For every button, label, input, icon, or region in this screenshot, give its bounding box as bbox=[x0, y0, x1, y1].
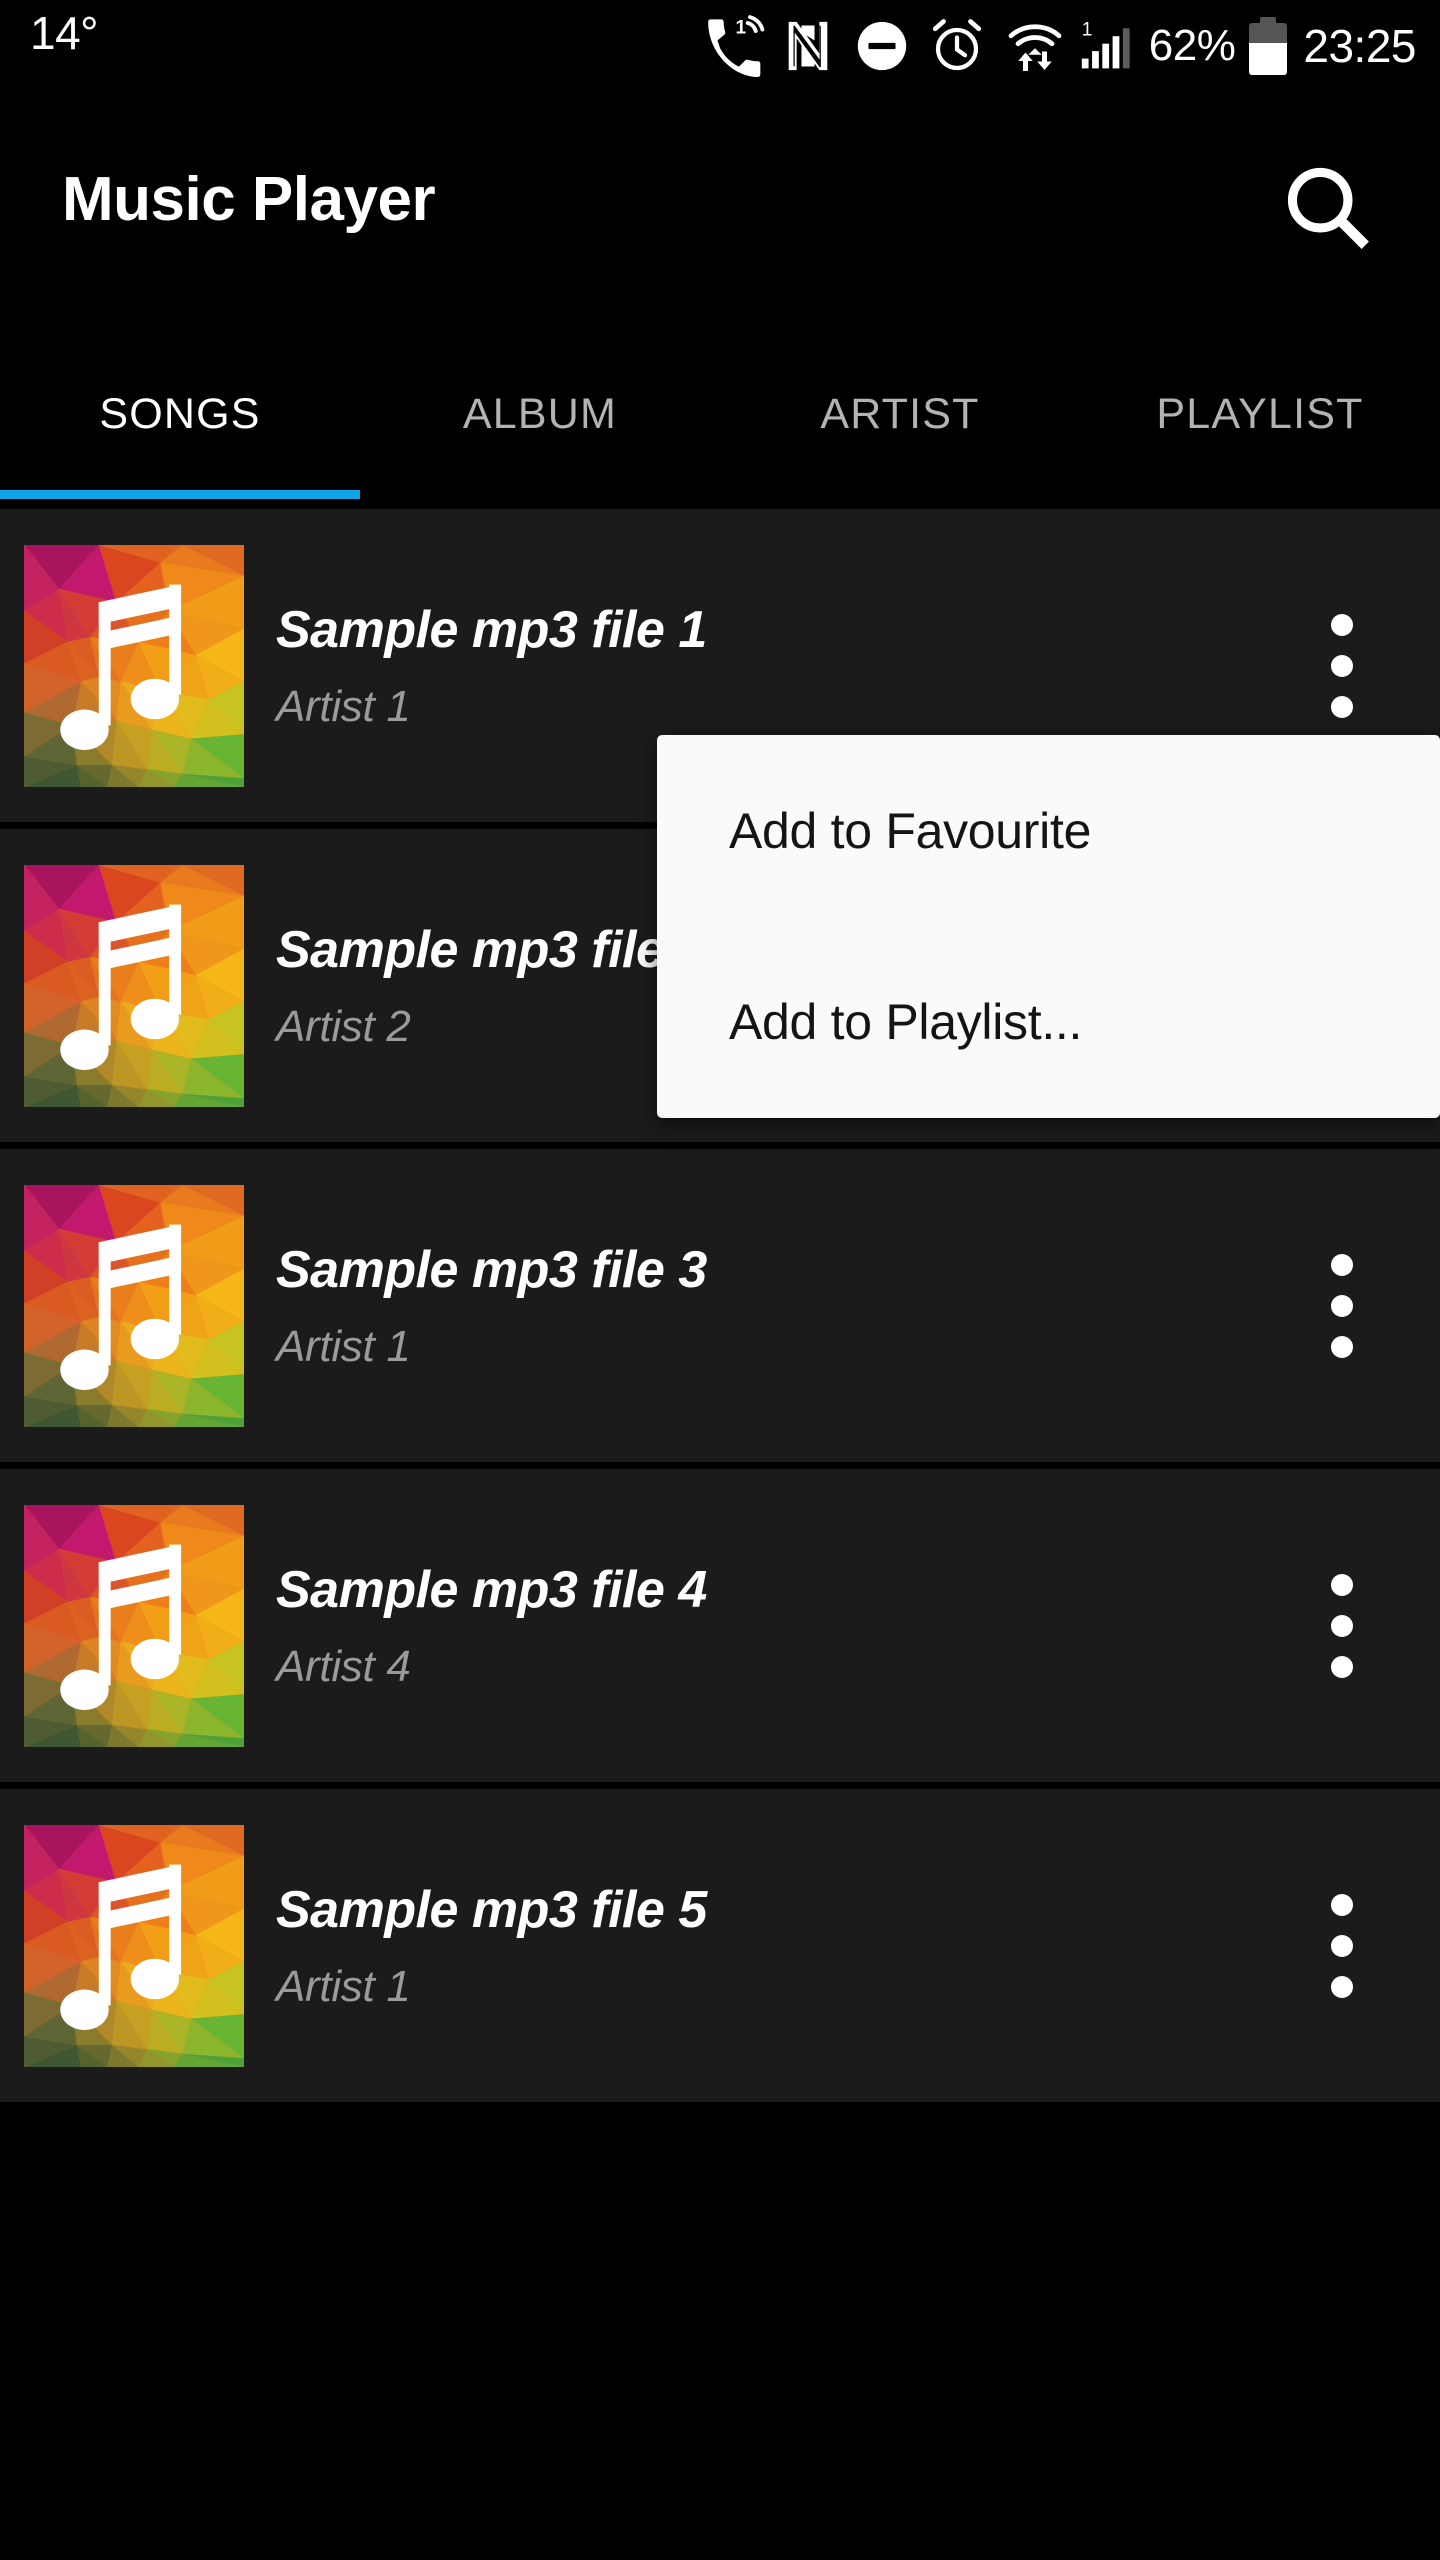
menu-item-add-to-favourite[interactable]: Add to Favourite bbox=[657, 735, 1440, 926]
status-bar: 14° 1 1 62% 23:25 bbox=[0, 0, 1440, 92]
album-art-thumbnail bbox=[24, 1824, 244, 2067]
clock-label: 23:25 bbox=[1303, 20, 1416, 72]
album-art-thumbnail bbox=[24, 864, 244, 1107]
more-vertical-icon[interactable] bbox=[1282, 1206, 1402, 1406]
alarm-clock-icon bbox=[927, 16, 987, 76]
song-info: Sample mp3 file 4 Artist 4 bbox=[276, 1560, 1282, 1692]
song-artist: Artist 4 bbox=[276, 1641, 411, 1691]
table-row[interactable]: Sample mp3 file 4 Artist 4 bbox=[0, 1469, 1440, 1789]
search-button[interactable] bbox=[1268, 150, 1388, 270]
page-title: Music Player bbox=[62, 165, 436, 234]
battery-icon bbox=[1249, 17, 1288, 75]
wifi-transfer-icon bbox=[1005, 16, 1065, 76]
song-title: Sample mp3 file 3 bbox=[276, 1240, 707, 1299]
song-artist: Artist 1 bbox=[276, 1321, 411, 1371]
app-bar: Music Player bbox=[0, 92, 1440, 332]
battery-percent-label: 62% bbox=[1148, 21, 1236, 70]
missed-call-icon: 1 bbox=[703, 15, 765, 77]
svg-text:1: 1 bbox=[1082, 20, 1093, 41]
menu-item-add-to-playlist[interactable]: Add to Playlist... bbox=[657, 926, 1440, 1117]
more-vertical-icon[interactable] bbox=[1282, 1526, 1402, 1726]
phone-screen: 14° 1 1 62% 23:25 Music Player SONGS ALB… bbox=[0, 0, 1440, 2560]
tab-bar: SONGS ALBUM ARTIST PLAYLIST bbox=[0, 332, 1440, 504]
song-info: Sample mp3 file 1 Artist 1 bbox=[276, 600, 1282, 732]
nfc-icon bbox=[779, 17, 837, 75]
album-art-thumbnail bbox=[24, 1504, 244, 1747]
do-not-disturb-icon bbox=[853, 17, 911, 75]
song-title: Sample mp3 file 4 bbox=[276, 1560, 707, 1619]
svg-text:1: 1 bbox=[735, 18, 746, 39]
album-art-thumbnail bbox=[24, 1184, 244, 1427]
song-title: Sample mp3 file 5 bbox=[276, 1880, 707, 1939]
song-artist: Artist 1 bbox=[276, 1961, 411, 2011]
tab-songs[interactable]: SONGS bbox=[0, 332, 360, 496]
song-title: Sample mp3 file 1 bbox=[276, 600, 707, 659]
song-info: Sample mp3 file 3 Artist 1 bbox=[276, 1240, 1282, 1372]
table-row[interactable]: Sample mp3 file 5 Artist 1 bbox=[0, 1789, 1440, 2109]
album-art-thumbnail bbox=[24, 544, 244, 787]
search-icon bbox=[1276, 156, 1380, 265]
weather-temperature: 14° bbox=[30, 7, 99, 59]
tab-album[interactable]: ALBUM bbox=[360, 332, 720, 496]
status-icons-group: 1 1 62% 23:25 bbox=[703, 0, 1416, 92]
cellular-signal-icon: 1 bbox=[1079, 17, 1135, 75]
song-artist: Artist 1 bbox=[276, 681, 411, 731]
context-menu: Add to Favourite Add to Playlist... bbox=[657, 735, 1440, 1118]
tab-playlist[interactable]: PLAYLIST bbox=[1080, 332, 1440, 496]
tab-artist[interactable]: ARTIST bbox=[720, 332, 1080, 496]
tab-active-indicator bbox=[0, 490, 360, 499]
table-row[interactable]: Sample mp3 file 3 Artist 1 bbox=[0, 1149, 1440, 1469]
more-vertical-icon[interactable] bbox=[1282, 1846, 1402, 2046]
song-info: Sample mp3 file 5 Artist 1 bbox=[276, 1880, 1282, 2012]
